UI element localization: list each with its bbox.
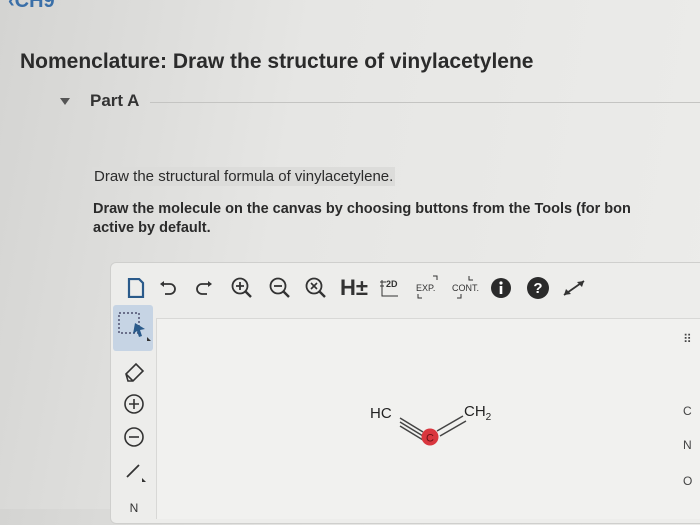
part-a-header[interactable]: Part A [60,88,700,114]
single-bond-icon[interactable] [119,455,149,485]
divider [150,102,700,103]
instruction-bold: Draw the molecule on the canvas by choos… [93,200,700,238]
caret-down-icon [60,97,70,105]
instruction-line-1: Draw the molecule on the canvas by choos… [93,201,631,217]
side-toolbar: N [111,305,156,525]
periodic-table-icon[interactable]: ⠿ [683,332,692,346]
element-n-button[interactable]: N [683,438,692,452]
2d-label: 2D [386,279,398,289]
molecule-editor: H± 2D EXP. CONT. ? N C HC CH2 [110,262,700,524]
part-label: Part A [90,91,140,110]
help-icon[interactable]: ? [525,273,551,303]
exp-label: EXP. [416,283,436,293]
element-o-button[interactable]: O [683,474,692,488]
back-link[interactable]: ‹CH9 [8,0,55,13]
undo-icon[interactable] [157,273,179,303]
info-icon[interactable] [489,273,513,303]
ch2-subscript: 2 [485,412,492,423]
ch2-atom-label[interactable]: CH2 [464,403,491,423]
contract-button[interactable]: CONT. [451,273,481,303]
expand-button[interactable]: EXP. [415,273,441,303]
zoom-reset-icon[interactable] [303,273,329,303]
cont-label: CONT. [452,283,479,293]
new-document-icon[interactable] [125,273,147,303]
show-hydrogens-button[interactable]: H± [337,273,371,303]
ch2-main: CH [464,403,486,420]
fullscreen-icon[interactable] [559,273,589,303]
element-c-button[interactable]: C [683,404,692,418]
hc-atom-label[interactable]: HC [370,405,392,422]
2d-clean-button[interactable]: 2D [377,273,403,303]
instruction-text: Draw the structural formula of vinylacet… [92,167,396,186]
zoom-out-icon[interactable] [267,273,293,303]
bond-tool-partial[interactable]: N [119,493,149,523]
svg-text:?: ? [533,280,542,297]
page-title: Nomenclature: Draw the structure of viny… [20,50,534,73]
molecule-bonds: C [399,415,467,446]
positive-charge-icon[interactable] [119,389,149,419]
redo-icon[interactable] [193,273,215,303]
center-atom-label: C [426,433,434,445]
editor-toolbar: H± 2D EXP. CONT. ? [111,263,700,315]
instruction-line-2: active by default. [93,220,211,236]
eraser-icon[interactable] [119,357,149,387]
negative-charge-icon[interactable] [119,422,149,452]
select-tool[interactable] [113,305,153,351]
drawing-canvas[interactable]: C HC CH2 [156,318,700,519]
zoom-in-icon[interactable] [229,273,255,303]
